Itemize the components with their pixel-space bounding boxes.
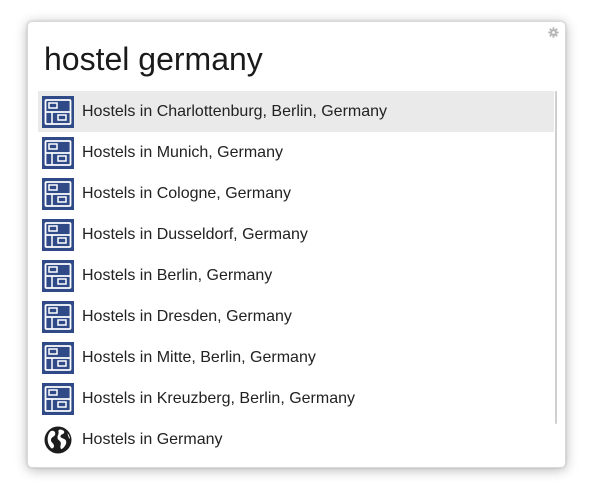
result-item[interactable]: Hostels in Dusseldorf, Germany [38, 214, 554, 255]
scrollbar[interactable] [555, 91, 557, 424]
search-window: Hostels in Charlottenburg, Berlin, Germa… [27, 21, 566, 468]
gear-icon[interactable] [548, 27, 559, 38]
result-label: Hostels in Charlottenburg, Berlin, Germa… [82, 102, 388, 120]
hostel-bed-icon [42, 218, 74, 251]
hostel-bed-icon [42, 136, 74, 169]
hostel-bed-icon [42, 341, 74, 374]
result-label: Hostels in Dresden, Germany [82, 307, 292, 325]
result-label: Hostels in Cologne, Germany [82, 184, 291, 202]
result-label: Hostels in Dusseldorf, Germany [82, 225, 308, 243]
result-item[interactable]: Hostels in Cologne, Germany [38, 173, 554, 214]
result-item[interactable]: Hostels in Germany [38, 419, 554, 459]
result-item[interactable]: Hostels in Berlin, Germany [38, 255, 554, 296]
results-list: Hostels in Charlottenburg, Berlin, Germa… [38, 91, 554, 459]
search-input[interactable] [44, 40, 535, 78]
hostel-bed-icon [42, 382, 74, 415]
result-item[interactable]: Hostels in Dresden, Germany [38, 296, 554, 337]
result-item[interactable]: Hostels in Mitte, Berlin, Germany [38, 337, 554, 378]
hostel-bed-icon [42, 95, 74, 128]
result-item[interactable]: Hostels in Munich, Germany [38, 132, 554, 173]
result-label: Hostels in Germany [82, 430, 223, 448]
result-label: Hostels in Mitte, Berlin, Germany [82, 348, 316, 366]
result-label: Hostels in Munich, Germany [82, 143, 283, 161]
result-item[interactable]: Hostels in Charlottenburg, Berlin, Germa… [38, 91, 554, 132]
hostel-bed-icon [42, 259, 74, 292]
hostel-bed-icon [42, 177, 74, 210]
hostel-bed-icon [42, 300, 74, 333]
globe-icon [44, 426, 72, 453]
result-label: Hostels in Berlin, Germany [82, 266, 273, 284]
result-label: Hostels in Kreuzberg, Berlin, Germany [82, 389, 355, 407]
result-item[interactable]: Hostels in Kreuzberg, Berlin, Germany [38, 378, 554, 419]
